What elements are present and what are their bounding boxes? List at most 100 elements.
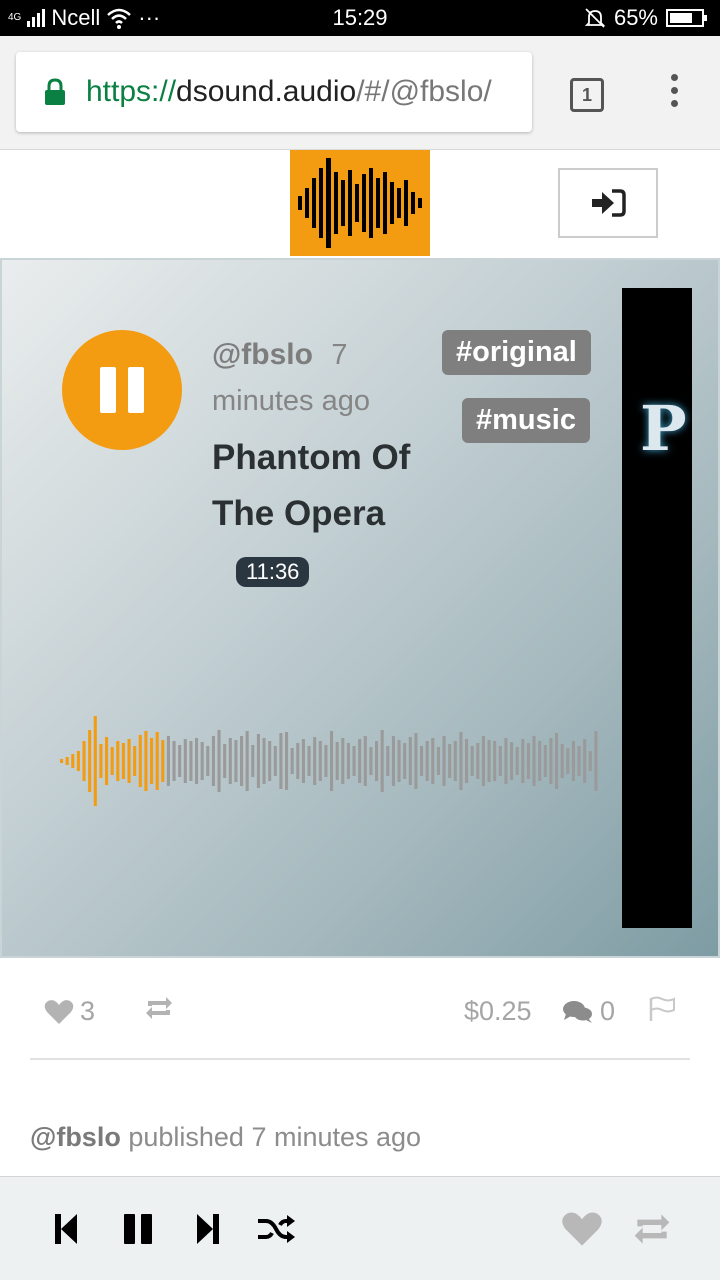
waveform-bar: [228, 738, 232, 784]
payout-value: $0.25: [464, 996, 532, 1027]
waveform-bar: [459, 732, 463, 790]
login-button[interactable]: [558, 168, 658, 238]
waveform-bar: [504, 738, 508, 784]
waveform-bar: [369, 747, 373, 775]
waveform-bar: [448, 744, 452, 778]
waveform-bar: [549, 738, 553, 784]
waveform-bar: [307, 746, 311, 776]
waveform-bar: [397, 740, 401, 782]
waveform-bar: [105, 737, 109, 785]
waveform-bar: [453, 741, 457, 781]
waveform-bar: [133, 746, 137, 776]
waveform-bar: [577, 746, 581, 776]
player-repost-button[interactable]: [630, 1207, 674, 1251]
waveform-bar: [273, 746, 277, 776]
waveform-bar: [279, 733, 283, 789]
waveform-bar: [594, 731, 598, 791]
waveform-bar: [240, 736, 244, 786]
pause-icon: [124, 1214, 152, 1244]
flag-icon: [649, 996, 675, 1021]
waveform-bar: [71, 754, 75, 768]
next-button[interactable]: [186, 1207, 230, 1251]
url-scheme: https://: [86, 75, 177, 108]
player-like-button[interactable]: [560, 1207, 604, 1251]
browser-menu-button[interactable]: [664, 74, 684, 114]
battery-icon: [666, 9, 707, 27]
waveform-bar: [481, 736, 485, 786]
waveform-bar: [560, 744, 564, 778]
waveform-logo-icon: [298, 158, 422, 248]
status-right: 65%: [584, 5, 708, 31]
waveform-bar: [217, 730, 221, 792]
flag-action[interactable]: [648, 996, 676, 1022]
url-text: https://dsound.audio/#/@fbslo/: [86, 75, 492, 109]
cover-art: P: [622, 288, 692, 928]
waveform-bar: [285, 732, 289, 790]
waveform-bar: [487, 740, 491, 782]
tab-switcher-button[interactable]: 1: [570, 78, 604, 112]
waveform-bar: [206, 746, 210, 776]
resteem-action[interactable]: [144, 996, 174, 1020]
site-header: [0, 150, 720, 258]
waveform-bar: [352, 746, 356, 776]
published-line: @fbslo published 7 minutes ago: [30, 1122, 421, 1153]
track-meta: @fbslo 7 minutes ago Phantom Of The Oper…: [212, 332, 432, 598]
waveform-seekbar[interactable]: [60, 706, 600, 816]
shuffle-button[interactable]: [254, 1207, 298, 1251]
waveform-bar: [150, 738, 154, 784]
waveform-bar: [82, 741, 86, 781]
waveform-bar: [493, 741, 497, 781]
pause-button[interactable]: [62, 330, 182, 450]
waveform-bar: [127, 739, 131, 783]
comment-count: 0: [600, 996, 616, 1026]
track-card: @fbslo 7 minutes ago Phantom Of The Oper…: [0, 258, 720, 958]
waveform-bar: [358, 739, 362, 783]
waveform-bar: [155, 732, 159, 790]
waveform-bar: [65, 757, 69, 765]
comments-icon: [563, 1000, 592, 1023]
published-text: published 7 minutes ago: [128, 1122, 422, 1152]
waveform-bar: [324, 745, 328, 777]
url-path: /#/@fbslo/: [356, 75, 492, 108]
comments-action[interactable]: 0: [562, 996, 615, 1027]
waveform-bar: [178, 745, 182, 777]
sign-in-icon: [592, 189, 626, 217]
track-author[interactable]: @fbslo: [212, 338, 313, 371]
previous-button[interactable]: [44, 1207, 88, 1251]
waveform-bar: [425, 741, 429, 781]
waveform-bar: [172, 741, 176, 781]
waveform-bar: [290, 748, 294, 774]
waveform-bar: [346, 743, 350, 779]
menu-dot: [670, 74, 678, 81]
player-pause-button[interactable]: [116, 1207, 160, 1251]
waveform-bar: [144, 731, 148, 791]
waveform-bar: [223, 744, 227, 778]
pause-icon-bar: [128, 367, 144, 413]
waveform-bar: [195, 738, 199, 784]
track-title[interactable]: Phantom Of The Opera 11:36: [212, 430, 432, 598]
waveform-bar: [436, 747, 440, 775]
waveform-bar: [330, 731, 334, 791]
dsound-logo[interactable]: [290, 150, 430, 256]
waveform-bar: [183, 739, 187, 783]
like-count: 3: [80, 996, 96, 1026]
waveform-bar: [251, 745, 255, 777]
tag-original[interactable]: #original: [442, 330, 591, 375]
waveform-bar: [121, 743, 125, 779]
publisher-author[interactable]: @fbslo: [30, 1122, 121, 1152]
waveform-bar: [386, 746, 390, 776]
tag-music[interactable]: #music: [462, 398, 590, 443]
waveform-bar: [375, 741, 379, 781]
waveform-bar: [296, 743, 300, 779]
waveform-bar: [262, 738, 266, 784]
waveform-bar: [200, 742, 204, 780]
waveform-bar: [420, 746, 424, 776]
like-action[interactable]: 3: [44, 996, 95, 1027]
waveform-bar: [138, 735, 142, 787]
waveform-bar: [341, 738, 345, 784]
waveform-bar: [470, 746, 474, 776]
address-bar[interactable]: https://dsound.audio/#/@fbslo/: [16, 52, 532, 132]
menu-dot: [670, 100, 678, 107]
waveform-bar: [571, 741, 575, 781]
waveform-bar: [313, 737, 317, 785]
